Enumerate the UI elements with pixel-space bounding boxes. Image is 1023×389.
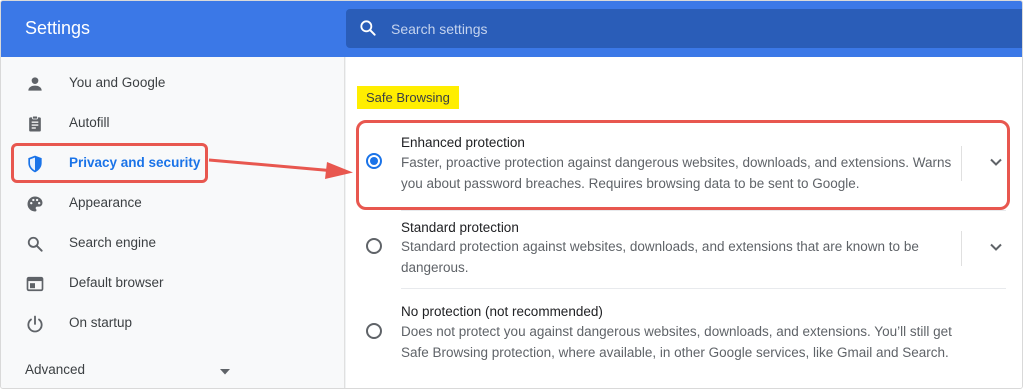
option-title: No protection (not recommended) [401,304,603,319]
divider [401,210,1006,211]
app-title: Settings [25,18,91,38]
sidebar-item-label: Appearance [69,195,142,210]
browser-icon [26,276,44,292]
annotation-arrow [208,158,353,179]
search-box[interactable] [346,9,1022,48]
sidebar-item-label: Autofill [69,115,110,130]
sidebar-item-label: Search engine [69,235,157,250]
search-icon [360,20,376,36]
sidebar-item-search-engine[interactable]: Search engine [1,224,345,264]
sidebar-item-autofill[interactable]: Autofill [1,104,345,144]
annotation-highlight-enhanced [356,120,1010,210]
chevron-down-icon[interactable] [986,237,1006,257]
radio-standard-protection[interactable] [366,238,382,254]
main-content: Safe Browsing Enhanced protection Faster… [346,57,1022,388]
option-description: Standard protection against websites, do… [401,239,919,275]
radio-no-protection[interactable] [366,323,382,339]
sidebar: You and Google Autofill Privacy and secu… [1,57,345,388]
settings-window: Settings You and Google [0,0,1023,389]
sidebar-item-label: On startup [69,315,133,330]
option-standard-protection[interactable]: Standard protection Standard protection … [346,212,1022,287]
caret-down-icon[interactable] [219,368,231,376]
option-description: Does not protect you against dangerous w… [401,324,952,360]
sidebar-item-default-browser[interactable]: Default browser [1,264,345,304]
divider [401,288,1006,289]
power-icon [27,315,43,333]
person-icon [28,77,42,91]
clipboard-icon [29,115,41,132]
divider [961,231,962,266]
search-icon [27,236,43,252]
header-bar: Settings [1,1,1022,57]
advanced-section-toggle[interactable]: Advanced [25,362,85,377]
palette-icon [27,196,43,212]
annotation-highlight-privacy [11,143,208,183]
option-no-protection[interactable]: No protection (not recommended) Does not… [346,297,1022,382]
sidebar-item-label: You and Google [69,75,166,90]
search-input[interactable] [391,9,991,48]
option-title: Standard protection [401,220,519,235]
section-title: Safe Browsing [357,86,459,109]
sidebar-item-appearance[interactable]: Appearance [1,184,345,224]
sidebar-item-label: Default browser [69,275,164,290]
sidebar-item-on-startup[interactable]: On startup [1,304,345,344]
sidebar-item-you-and-google[interactable]: You and Google [1,64,345,104]
